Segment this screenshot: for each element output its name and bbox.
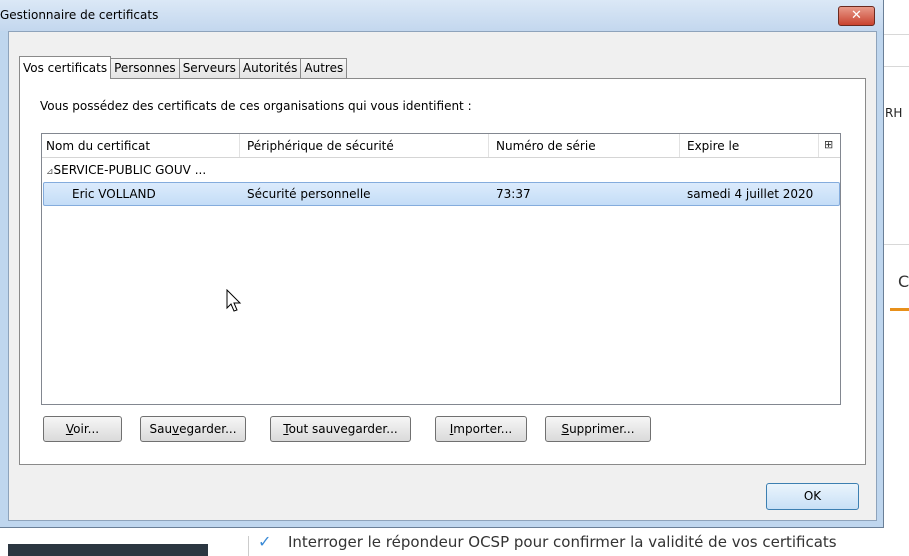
tab-strip: Vos certificats Personnes Serveurs Autor… xyxy=(19,56,348,79)
background-divider xyxy=(884,66,909,67)
column-header-serial[interactable]: Numéro de série xyxy=(496,139,596,153)
import-button[interactable]: Importer... xyxy=(435,416,527,442)
background-sidebar xyxy=(8,544,208,556)
tab-autorites[interactable]: Autorités xyxy=(238,58,302,78)
close-button[interactable]: ✕ xyxy=(838,6,875,26)
backup-button[interactable]: Sauvegarder... xyxy=(140,416,246,442)
close-icon: ✕ xyxy=(851,8,862,23)
ok-button[interactable]: OK xyxy=(766,483,859,510)
cert-expires-cell: samedi 4 juillet 2020 xyxy=(687,187,814,201)
background-tab-letter[interactable]: C xyxy=(898,272,909,291)
cert-device-cell: Sécurité personnelle xyxy=(247,187,371,201)
mouse-cursor-icon xyxy=(226,289,242,312)
certificate-manager-window: Gestionnaire de certificats ✕ Vos certif… xyxy=(0,0,884,528)
view-button[interactable]: Voir... xyxy=(43,416,122,442)
tab-serveurs[interactable]: Serveurs xyxy=(178,58,240,78)
tab-personnes[interactable]: Personnes xyxy=(110,58,180,78)
intro-text: Vous possédez des certificats de ces org… xyxy=(40,99,472,113)
background-divider xyxy=(884,34,909,35)
dialog-client-area: Vos certificats Personnes Serveurs Autor… xyxy=(8,31,877,521)
column-picker-icon[interactable]: ⊞ xyxy=(824,138,833,151)
column-header-expires[interactable]: Expire le xyxy=(687,139,739,153)
column-separator[interactable] xyxy=(488,134,489,157)
column-header-device[interactable]: Périphérique de sécurité xyxy=(247,139,394,153)
cert-serial-cell: 73:37 xyxy=(496,187,531,201)
certificate-tree[interactable]: Nom du certificat Périphérique de sécuri… xyxy=(41,133,841,405)
table-header: Nom du certificat Périphérique de sécuri… xyxy=(42,134,840,158)
tree-group-row[interactable]: ⊿SERVICE-PUBLIC GOUV ... xyxy=(46,163,206,177)
background-label: RH xyxy=(885,106,903,120)
group-name: SERVICE-PUBLIC GOUV ... xyxy=(53,163,207,177)
tab-autres[interactable]: Autres xyxy=(300,58,348,78)
collapse-toggle-icon[interactable]: ⊿ xyxy=(46,167,54,177)
window-title: Gestionnaire de certificats xyxy=(0,8,159,22)
delete-button[interactable]: Supprimer... xyxy=(545,416,651,442)
backup-all-button[interactable]: Tout sauvegarder... xyxy=(270,416,411,442)
ocsp-option-label[interactable]: Interroger le répondeur OCSP pour confir… xyxy=(288,533,837,551)
background-separator xyxy=(248,536,249,556)
cert-name-cell: Eric VOLLAND xyxy=(72,187,156,201)
column-separator[interactable] xyxy=(239,134,240,157)
tab-vos-certificats[interactable]: Vos certificats xyxy=(19,56,112,79)
tab-panel: Vous possédez des certificats de ces org… xyxy=(19,78,866,465)
background-active-indicator xyxy=(890,308,909,311)
column-separator xyxy=(818,134,819,157)
column-header-name[interactable]: Nom du certificat xyxy=(46,139,150,153)
column-separator[interactable] xyxy=(679,134,680,157)
table-row[interactable]: Eric VOLLAND Sécurité personnelle 73:37 … xyxy=(43,182,840,206)
title-bar[interactable]: Gestionnaire de certificats ✕ xyxy=(0,0,883,31)
check-icon[interactable]: ✓ xyxy=(258,532,271,551)
background-divider xyxy=(884,244,909,245)
